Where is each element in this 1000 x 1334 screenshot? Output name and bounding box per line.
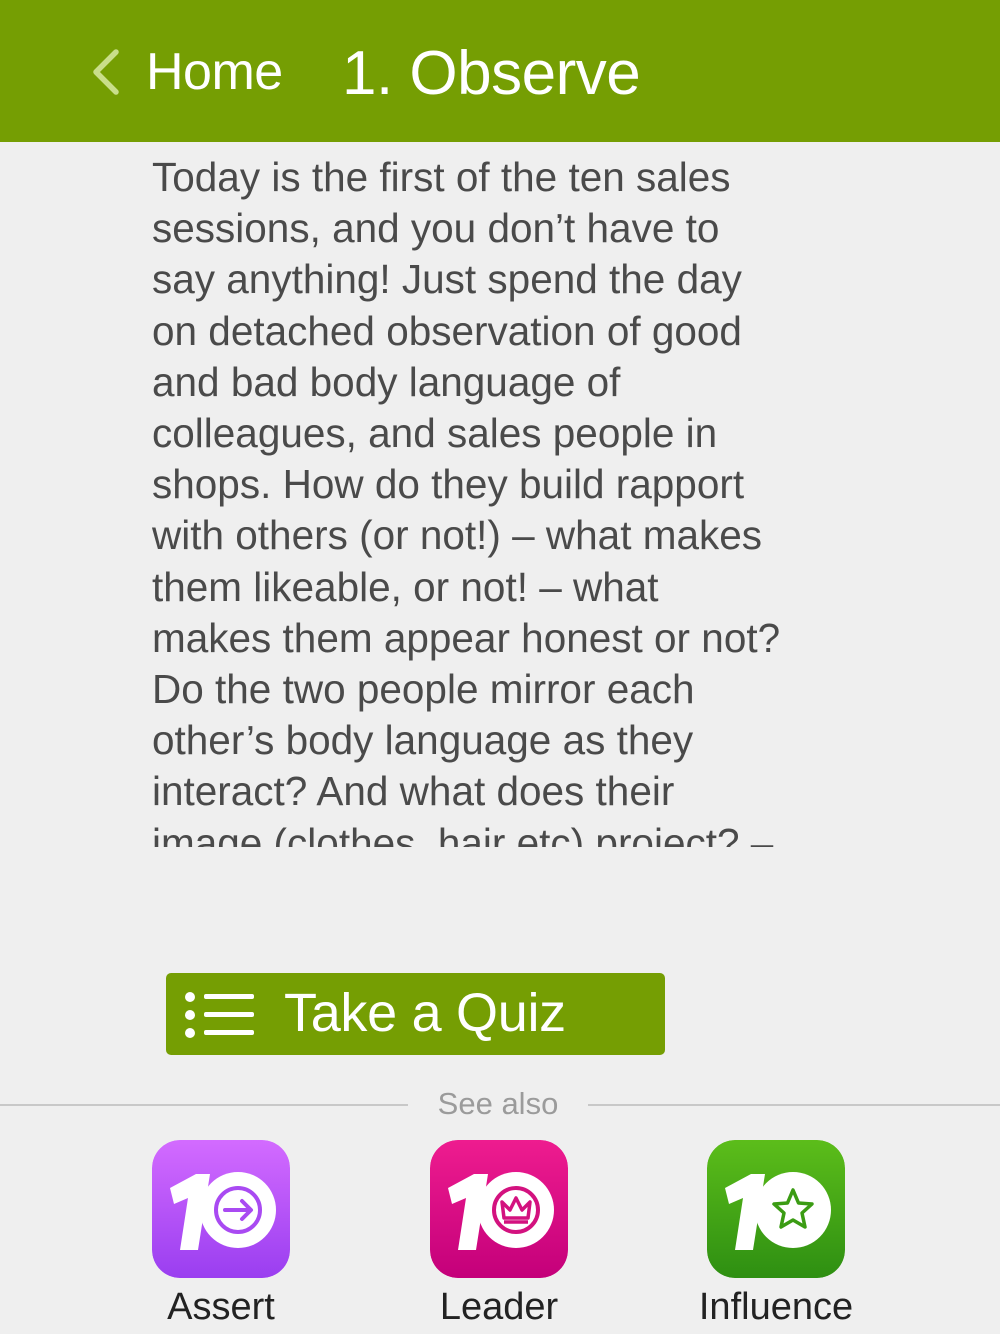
- divider: [0, 1104, 408, 1106]
- app-label-leader: Leader: [439, 1286, 559, 1328]
- leader-app-icon: [430, 1140, 568, 1278]
- back-button-label: Home: [146, 43, 283, 101]
- app-label-assert: Assert: [167, 1286, 275, 1328]
- see-also-label: See also: [437, 1086, 559, 1121]
- app-link-influence[interactable]: Influence: [699, 1140, 853, 1328]
- take-quiz-label: Take a Quiz: [284, 983, 566, 1043]
- app-label-influence: Influence: [698, 1286, 854, 1328]
- list-icon: [184, 991, 256, 1039]
- take-quiz-button[interactable]: Take a Quiz: [166, 973, 665, 1055]
- chevron-left-icon: [88, 46, 124, 98]
- session-body-text: Today is the first of the ten sales sess…: [152, 154, 781, 847]
- navigation-bar: Home 1. Observe: [0, 0, 1000, 142]
- page-title: 1. Observe: [342, 39, 641, 108]
- content-scroll-area[interactable]: Today is the first of the ten sales sess…: [152, 152, 852, 847]
- divider: [588, 1104, 1000, 1106]
- influence-app-icon: [707, 1140, 845, 1278]
- app-link-assert[interactable]: Assert: [152, 1140, 292, 1328]
- app-link-leader[interactable]: Leader: [430, 1140, 570, 1328]
- assert-app-icon: [152, 1140, 290, 1278]
- back-button[interactable]: Home: [88, 40, 283, 104]
